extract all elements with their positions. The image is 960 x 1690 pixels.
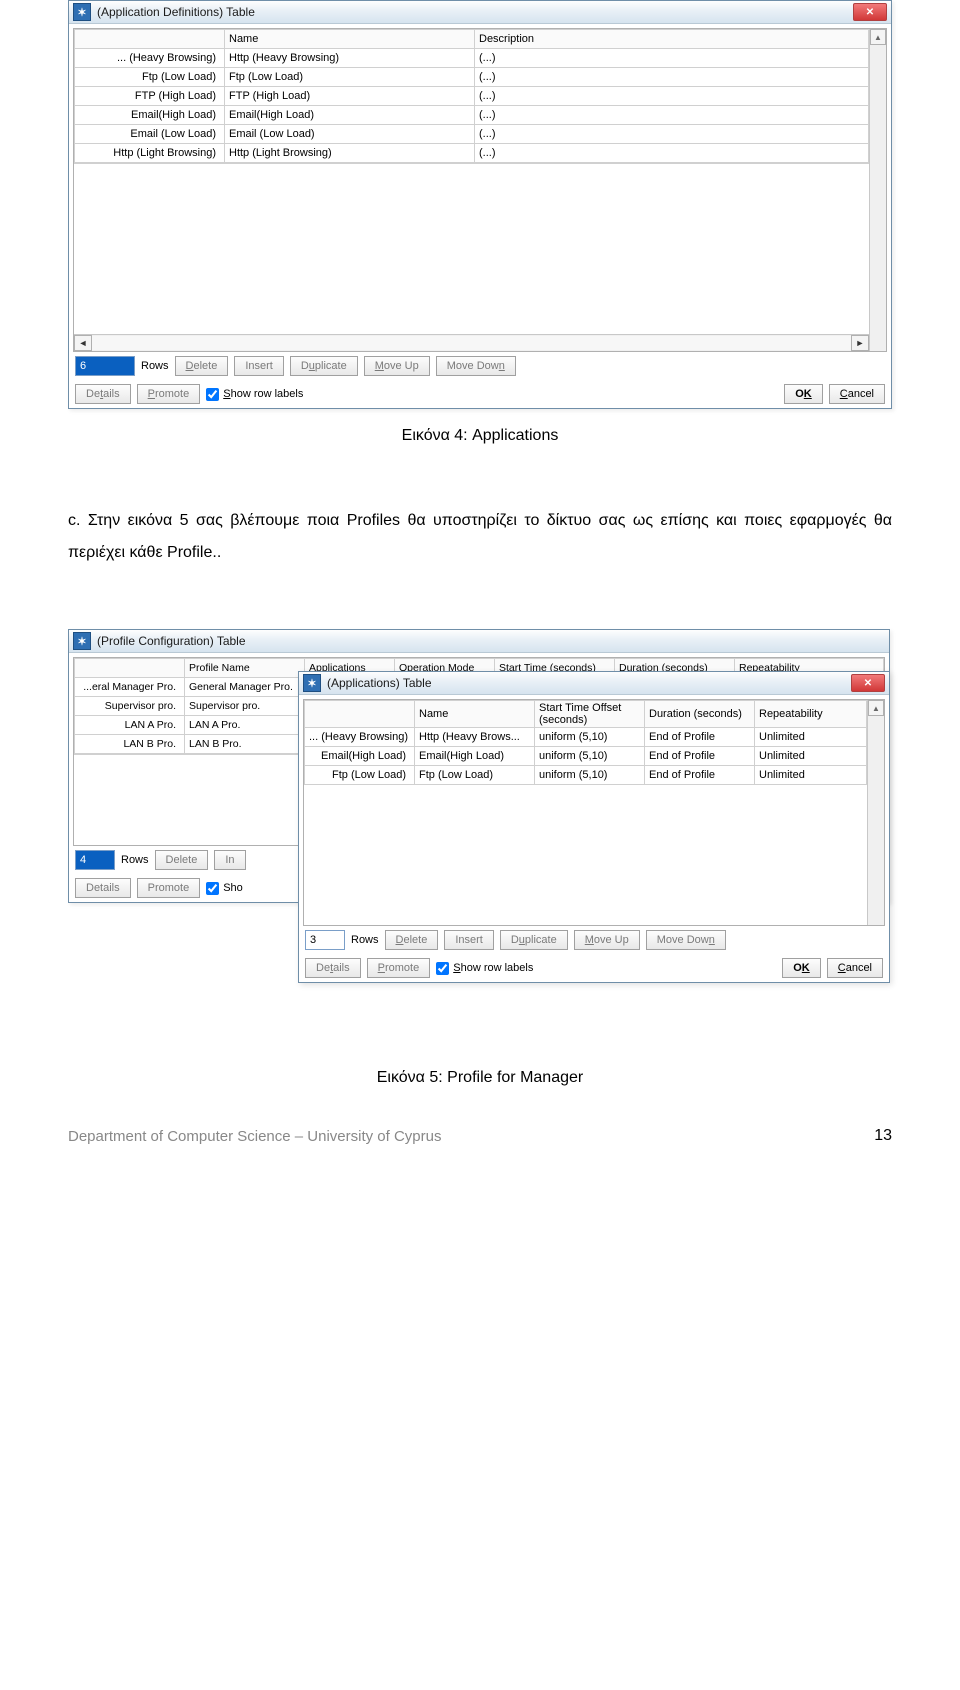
rows-input[interactable] xyxy=(75,356,135,376)
rows-label: Rows xyxy=(121,854,149,866)
titlebar[interactable]: ✶ (Profile Configuration) Table xyxy=(69,630,889,653)
duplicate-button[interactable]: Duplicate xyxy=(290,356,358,376)
figure-caption-2: Εικόνα 5: Profile for Manager xyxy=(68,1069,892,1087)
promote-button[interactable]: Promote xyxy=(137,384,201,404)
col-name[interactable]: Name xyxy=(415,701,535,728)
table-row[interactable]: Email(High Load)Email(High Load)uniform … xyxy=(305,747,867,766)
cancel-button[interactable]: Cancel xyxy=(827,958,883,978)
titlebar[interactable]: ✶ (Application Definitions) Table ✕ xyxy=(69,1,891,24)
promote-button[interactable]: Promote xyxy=(137,878,201,898)
app-definitions-dialog: ✶ (Application Definitions) Table ✕ Name… xyxy=(68,0,892,409)
table-row[interactable]: FTP (High Load)FTP (High Load)(...) xyxy=(75,87,869,106)
table-row[interactable]: ... (Heavy Browsing)Http (Heavy Brows...… xyxy=(305,728,867,747)
cancel-button[interactable]: Cancel xyxy=(829,384,885,404)
table-row[interactable]: Http (Light Browsing)Http (Light Browsin… xyxy=(75,144,869,163)
dialog-title: (Profile Configuration) Table xyxy=(97,634,246,648)
moveup-button[interactable]: Move Up xyxy=(574,930,640,950)
show-row-labels-checkbox[interactable]: Sho xyxy=(206,882,243,895)
ok-button[interactable]: OK xyxy=(782,958,821,978)
show-row-labels-checkbox[interactable]: Show row labels xyxy=(206,388,303,401)
scroll-left-icon[interactable]: ◄ xyxy=(74,335,92,351)
titlebar[interactable]: ✶ (Applications) Table ✕ xyxy=(299,672,889,695)
app-icon: ✶ xyxy=(303,674,321,692)
vertical-scrollbar[interactable]: ▲ xyxy=(869,29,886,351)
vertical-scrollbar[interactable]: ▲ xyxy=(867,700,884,925)
close-icon[interactable]: ✕ xyxy=(851,674,885,692)
dialog-title: (Application Definitions) Table xyxy=(97,5,255,19)
rows-input[interactable] xyxy=(75,850,115,870)
details-button[interactable]: Details xyxy=(305,958,361,978)
rows-label: Rows xyxy=(141,360,169,372)
col-repeat[interactable]: Repeatability xyxy=(755,701,867,728)
delete-button[interactable]: Delete xyxy=(175,356,229,376)
page-number: 13 xyxy=(874,1127,892,1145)
details-button[interactable]: Details xyxy=(75,878,131,898)
moveup-button[interactable]: Move Up xyxy=(364,356,430,376)
footer-dept: Department of Computer Science – Univers… xyxy=(68,1128,441,1145)
col-start[interactable]: Start Time Offset (seconds) xyxy=(535,701,645,728)
delete-button[interactable]: Delete xyxy=(385,930,439,950)
details-button[interactable]: Details xyxy=(75,384,131,404)
promote-button[interactable]: Promote xyxy=(367,958,431,978)
insert-button[interactable]: Insert xyxy=(444,930,494,950)
app-icon: ✶ xyxy=(73,632,91,650)
scroll-up-icon[interactable]: ▲ xyxy=(870,29,886,45)
table-row[interactable]: Email (Low Load)Email (Low Load)(...) xyxy=(75,125,869,144)
insert-button[interactable]: Insert xyxy=(234,356,284,376)
page-footer: Department of Computer Science – Univers… xyxy=(68,1127,892,1165)
col-profile-name[interactable]: Profile Name xyxy=(185,659,305,678)
close-icon[interactable]: ✕ xyxy=(853,3,887,21)
show-row-labels-checkbox[interactable]: Show row labels xyxy=(436,962,533,975)
rows-input[interactable] xyxy=(305,930,345,950)
table-row[interactable]: Email(High Load)Email(High Load)(...) xyxy=(75,106,869,125)
scroll-up-icon[interactable]: ▲ xyxy=(868,700,884,716)
applications-table-dialog: ✶ (Applications) Table ✕ Name Sta xyxy=(298,671,890,983)
body-paragraph: c. Στην εικόνα 5 σας βλέπουμε ποια Profi… xyxy=(68,505,892,569)
insert-button[interactable]: In xyxy=(214,850,245,870)
app-icon: ✶ xyxy=(73,3,91,21)
ok-button[interactable]: OK xyxy=(784,384,823,404)
rows-label: Rows xyxy=(351,934,379,946)
delete-button[interactable]: Delete xyxy=(155,850,209,870)
applications-table[interactable]: Name Start Time Offset (seconds) Duratio… xyxy=(304,700,867,785)
movedown-button[interactable]: Move Down xyxy=(436,356,516,376)
table-row[interactable]: ... (Heavy Browsing)Http (Heavy Browsing… xyxy=(75,49,869,68)
table-row[interactable]: Ftp (Low Load)Ftp (Low Load)uniform (5,1… xyxy=(305,766,867,785)
col-name[interactable]: Name xyxy=(225,30,475,49)
horizontal-scrollbar[interactable]: ◄ ► xyxy=(74,334,869,351)
figure-caption-1: Εικόνα 4: Applications xyxy=(68,427,892,445)
table-row[interactable]: Ftp (Low Load)Ftp (Low Load)(...) xyxy=(75,68,869,87)
app-def-table[interactable]: Name Description ... (Heavy Browsing)Htt… xyxy=(74,29,869,163)
dialog-title: (Applications) Table xyxy=(327,676,432,690)
scroll-right-icon[interactable]: ► xyxy=(851,335,869,351)
duplicate-button[interactable]: Duplicate xyxy=(500,930,568,950)
col-desc[interactable]: Description xyxy=(475,30,869,49)
movedown-button[interactable]: Move Down xyxy=(646,930,726,950)
col-duration[interactable]: Duration (seconds) xyxy=(645,701,755,728)
